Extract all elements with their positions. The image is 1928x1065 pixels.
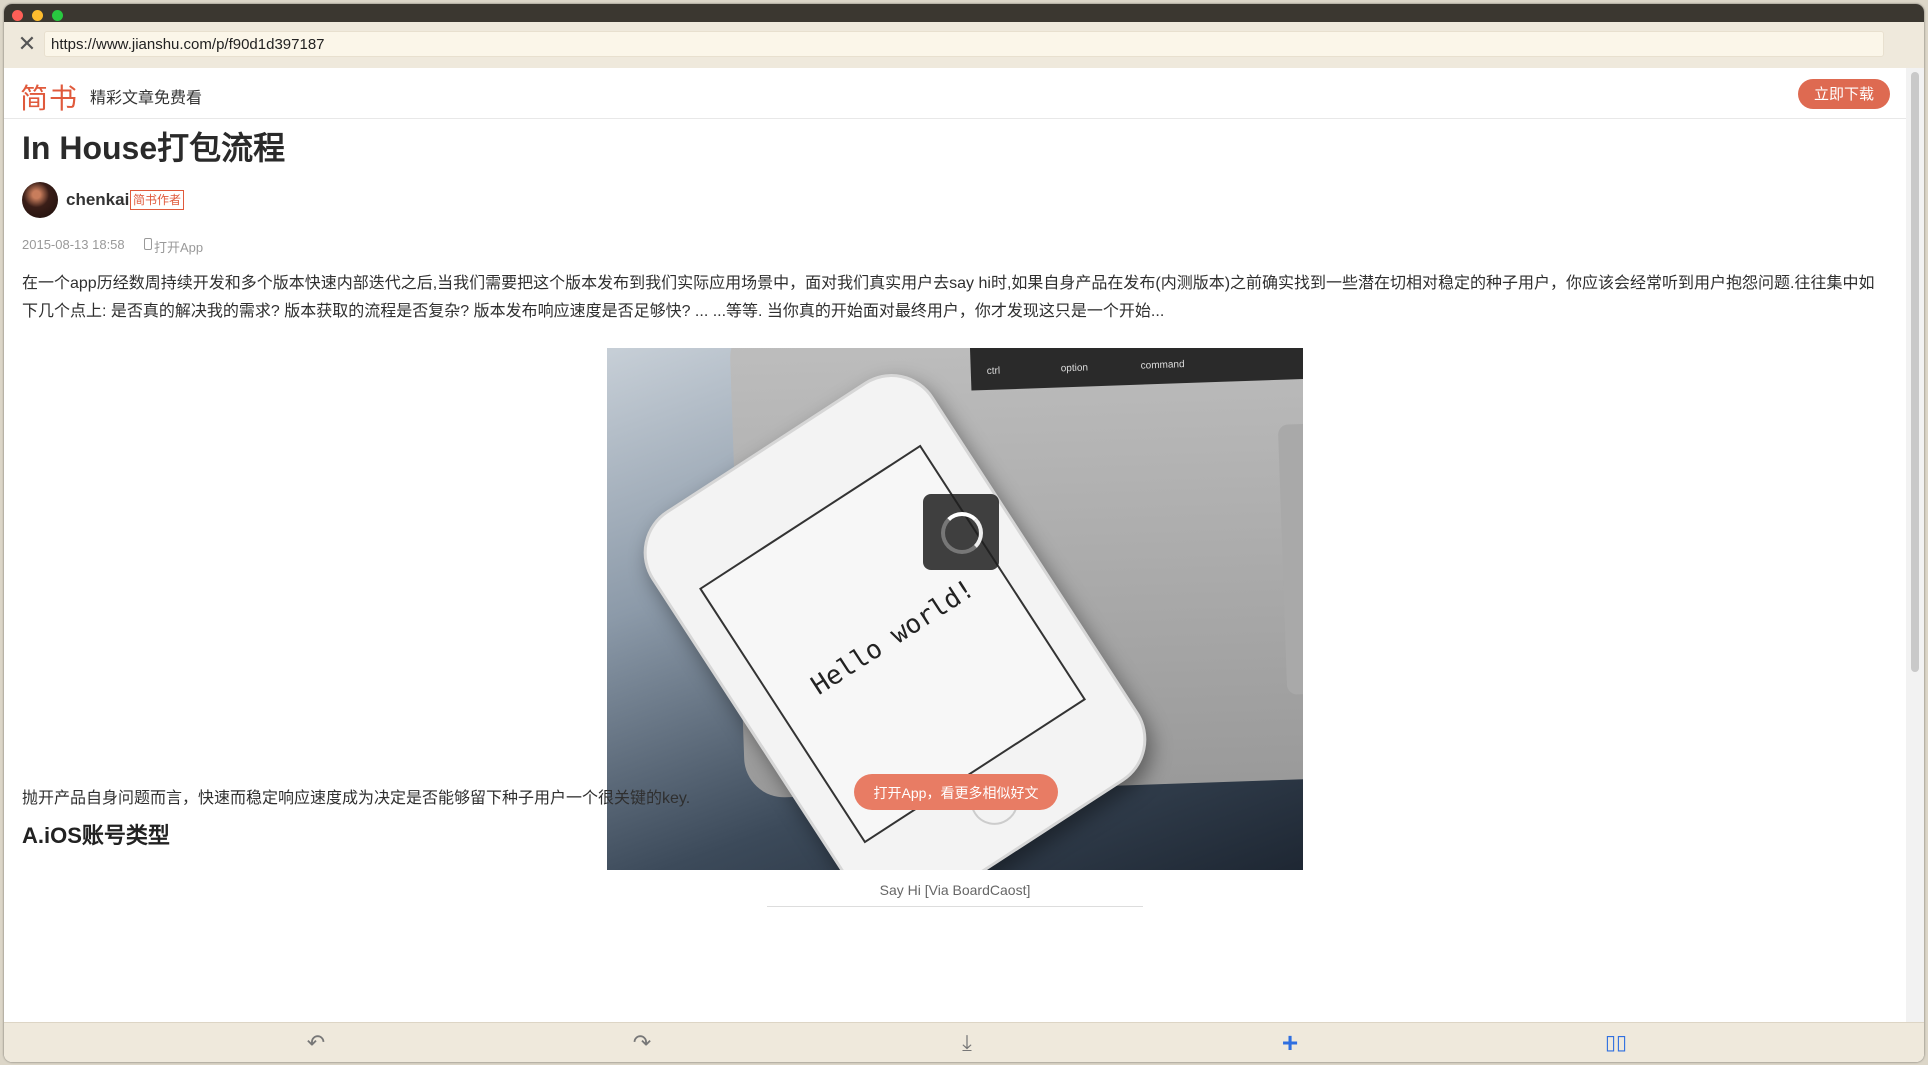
article-figure: ctrl option command Hello world! Say Hi …: [607, 348, 1303, 907]
open-app-button[interactable]: 打开App，看更多相似好文: [854, 774, 1058, 810]
page-content: 简书 精彩文章免费看 立即下载 In House打包流程 chenkai 简书作…: [4, 68, 1906, 1022]
download-icon[interactable]: ⤓: [949, 1028, 985, 1058]
url-input[interactable]: [44, 31, 1884, 57]
publish-date: 2015-08-13 18:58: [22, 237, 125, 252]
hello-world-text: Hello world!: [806, 573, 981, 702]
article-intro: 在一个app历经数周持续开发和多个版本快速内部迭代之后,当我们需要把这个版本发布…: [22, 275, 1875, 320]
section-heading: A.iOS账号类型: [22, 823, 170, 848]
article-paragraph-2: 抛开产品自身问题而言，快速而稳定响应速度成为决定是否能够留下种子用户一个很关键的…: [22, 790, 691, 807]
book-icon[interactable]: ▯▯: [1598, 1028, 1634, 1058]
keyboard-illustration: ctrl option command: [968, 348, 1303, 391]
scrollbar-thumb[interactable]: [1911, 72, 1919, 672]
site-logo[interactable]: 简书: [20, 77, 78, 117]
close-icon[interactable]: ✕: [16, 33, 38, 55]
author-row: chenkai 简书作者: [22, 182, 1888, 218]
author-badge: 简书作者: [130, 190, 185, 210]
close-window-button[interactable]: [12, 10, 23, 21]
article-meta: 2015-08-13 18:58 打开App: [22, 234, 1888, 256]
author-name[interactable]: chenkai: [66, 190, 129, 210]
key-ctrl: ctrl: [986, 365, 1001, 377]
site-tagline: 精彩文章免费看: [90, 90, 203, 107]
minimize-window-button[interactable]: [32, 10, 43, 21]
browser-window: ✕ 简书 精彩文章免费看 立即下载 In House打包流程 chenkai 简…: [4, 4, 1924, 1062]
phone-icon: [144, 238, 152, 250]
title-bar: [4, 4, 1924, 22]
zoom-window-button[interactable]: [52, 10, 63, 21]
article-title: In House打包流程: [22, 130, 286, 166]
caption-divider: [767, 906, 1143, 907]
avatar[interactable]: [22, 182, 58, 218]
undo-icon[interactable]: ↶: [298, 1028, 334, 1058]
key-command: command: [1140, 359, 1185, 372]
bottom-toolbar: ↶ ↷ ⤓ + ▯▯: [4, 1022, 1924, 1062]
redo-icon[interactable]: ↷: [624, 1028, 660, 1058]
open-app-link[interactable]: 打开App: [154, 237, 203, 256]
scrollbar[interactable]: [1906, 68, 1924, 1022]
image-caption: Say Hi [Via BoardCaost]: [879, 882, 1031, 898]
site-header: 简书 精彩文章免费看 立即下载: [4, 68, 1906, 119]
loading-spinner: [923, 494, 999, 570]
trackpad-illustration: [1277, 418, 1303, 695]
plus-icon[interactable]: +: [1272, 1028, 1308, 1058]
address-bar: ✕: [4, 22, 1924, 69]
spinner-icon: [941, 512, 983, 554]
key-option: option: [1060, 362, 1089, 375]
download-app-button[interactable]: 立即下载: [1798, 79, 1890, 109]
